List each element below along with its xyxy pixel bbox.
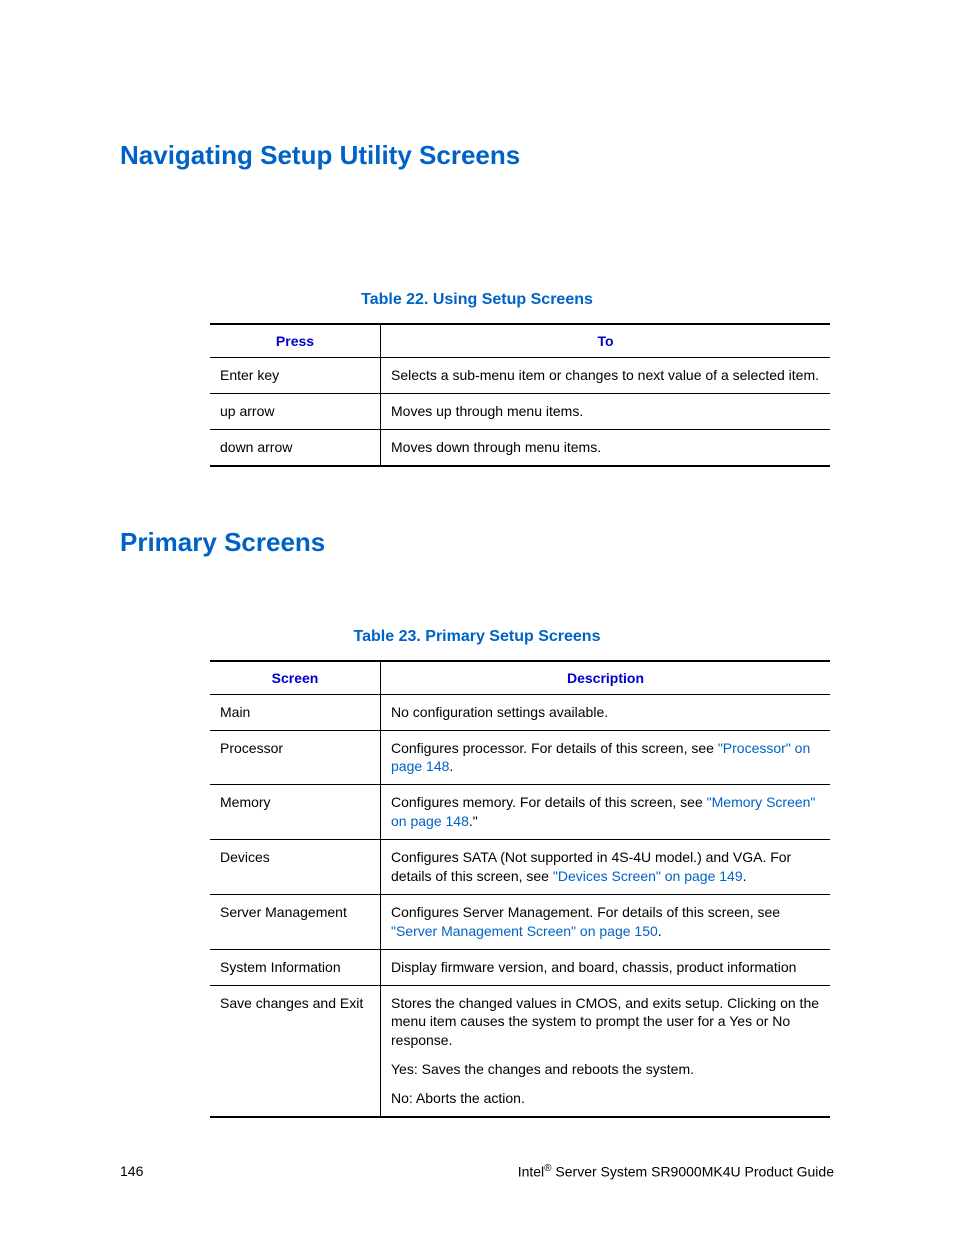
link-server-management[interactable]: "Server Management Screen" on page 150 (391, 923, 658, 939)
cell: Enter key (210, 358, 381, 394)
text: Configures Server Management. For detail… (391, 904, 780, 920)
cell: Configures Server Management. For detail… (381, 894, 831, 949)
cell: Configures SATA (Not supported in 4S-4U … (381, 840, 831, 895)
cell: Configures processor. For details of thi… (381, 730, 831, 785)
cell: No configuration settings available. (381, 694, 831, 730)
cell: Save changes and Exit (210, 985, 381, 1117)
table23: Screen Description Main No configuration… (210, 660, 830, 1118)
cell: Server Management (210, 894, 381, 949)
link-devices[interactable]: "Devices Screen" on page 149 (553, 868, 743, 884)
table-row: System Information Display firmware vers… (210, 949, 830, 985)
cell: Moves down through menu items. (381, 429, 831, 465)
cell: Devices (210, 840, 381, 895)
text: . (743, 868, 747, 884)
table22: Press To Enter key Selects a sub-menu it… (210, 323, 830, 467)
cell: Selects a sub-menu item or changes to ne… (381, 358, 831, 394)
cell: Processor (210, 730, 381, 785)
table-row: Processor Configures processor. For deta… (210, 730, 830, 785)
table-row: Main No configuration settings available… (210, 694, 830, 730)
cell: up arrow (210, 393, 381, 429)
table22-header-to: To (381, 324, 831, 358)
registered-mark: ® (544, 1163, 551, 1174)
cell: Display firmware version, and board, cha… (381, 949, 831, 985)
table22-header-press: Press (210, 324, 381, 358)
page-number: 146 (120, 1163, 143, 1180)
text: Yes: Saves the changes and reboots the s… (391, 1060, 820, 1079)
table23-caption: Table 23. Primary Setup Screens (120, 628, 834, 646)
page: Navigating Setup Utility Screens Table 2… (0, 0, 954, 1235)
table23-header-screen: Screen (210, 661, 381, 695)
table22-caption: Table 22. Using Setup Screens (120, 291, 834, 309)
page-footer: 146 Intel® Server System SR9000MK4U Prod… (120, 1163, 834, 1180)
text: Configures processor. For details of thi… (391, 740, 718, 756)
footer-product: Intel® Server System SR9000MK4U Product … (518, 1163, 834, 1180)
cell: Configures memory. For details of this s… (381, 785, 831, 840)
table-row: Server Management Configures Server Mana… (210, 894, 830, 949)
cell: Stores the changed values in CMOS, and e… (381, 985, 831, 1117)
table-row: Enter key Selects a sub-menu item or cha… (210, 358, 830, 394)
cell: down arrow (210, 429, 381, 465)
cell: Memory (210, 785, 381, 840)
table-row: Devices Configures SATA (Not supported i… (210, 840, 830, 895)
heading-primary: Primary Screens (120, 527, 834, 558)
table-row: up arrow Moves up through menu items. (210, 393, 830, 429)
table-row: Memory Configures memory. For details of… (210, 785, 830, 840)
text: . (449, 758, 453, 774)
text: . (658, 923, 662, 939)
product-name: Server System SR9000MK4U Product Guide (552, 1164, 834, 1180)
text: Configures memory. For details of this s… (391, 794, 707, 810)
table-row: Save changes and Exit Stores the changed… (210, 985, 830, 1117)
brand: Intel (518, 1164, 544, 1180)
text: No: Aborts the action. (391, 1089, 820, 1108)
text: Stores the changed values in CMOS, and e… (391, 994, 820, 1051)
cell: Main (210, 694, 381, 730)
cell: Moves up through menu items. (381, 393, 831, 429)
text: ." (469, 813, 478, 829)
table23-header-description: Description (381, 661, 831, 695)
cell: System Information (210, 949, 381, 985)
heading-navigating: Navigating Setup Utility Screens (120, 140, 834, 171)
table-row: down arrow Moves down through menu items… (210, 429, 830, 465)
